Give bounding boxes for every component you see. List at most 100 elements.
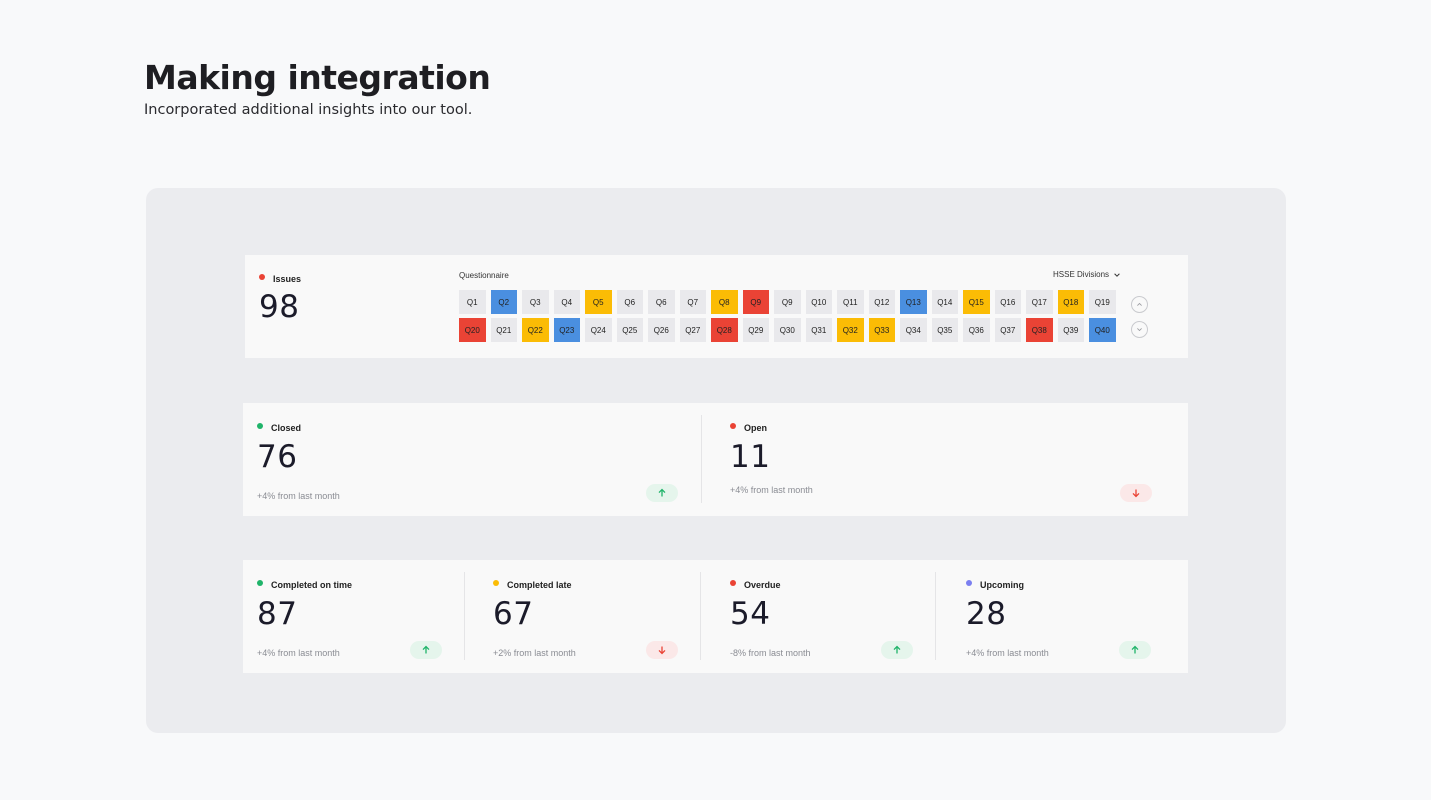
completed-late-status-dot	[493, 579, 499, 586]
completed-on-time-delta: +4% from last month	[257, 648, 340, 658]
question-cell[interactable]: Q19	[1089, 290, 1116, 314]
closed-status-dot	[257, 422, 263, 429]
hsse-divisions-dropdown[interactable]: HSSE Divisions	[1053, 270, 1121, 279]
open-label-row: Open	[730, 418, 767, 436]
closed-count: 76	[257, 439, 298, 475]
chevron-down-icon	[1137, 328, 1142, 332]
open-count: 11	[730, 439, 771, 475]
completed-late-label-row: Completed late	[493, 575, 572, 593]
questionnaire-grid: Q1 Q2 Q3 Q4 Q5 Q6 Q6 Q7 Q8 Q9 Q9 Q10 Q11 Q12 Q13 Q14 Q15…	[459, 290, 1116, 346]
upcoming-trend-badge	[1119, 641, 1151, 659]
question-cell[interactable]: Q40	[1089, 318, 1116, 342]
overdue-trend-badge	[881, 641, 913, 659]
arrow-down-icon	[658, 646, 666, 655]
open-label: Open	[744, 423, 768, 433]
question-cell[interactable]: Q16	[994, 290, 1021, 314]
question-cell[interactable]: Q23	[553, 318, 580, 342]
completed-on-time-label: Completed on time	[271, 580, 353, 590]
timing-card: Completed on time 87 +4% from last month…	[243, 560, 1188, 673]
issues-count: 98	[259, 289, 300, 325]
question-cell[interactable]: Q5	[585, 290, 612, 314]
overdue-label: Overdue	[744, 580, 781, 590]
question-cell[interactable]: Q31	[805, 318, 832, 342]
scroll-up-button[interactable]	[1131, 296, 1148, 313]
question-cell[interactable]: Q36	[963, 318, 990, 342]
issues-status-dot	[259, 273, 265, 280]
question-cell[interactable]: Q15	[963, 290, 990, 314]
upcoming-label-row: Upcoming	[966, 575, 1024, 593]
chevron-down-icon	[1114, 272, 1120, 277]
question-cell[interactable]: Q30	[774, 318, 801, 342]
question-cell[interactable]: Q1	[459, 290, 486, 314]
open-trend-badge	[1120, 484, 1152, 502]
overdue-status-dot	[730, 579, 736, 586]
question-cell[interactable]: Q9	[774, 290, 801, 314]
arrow-down-icon	[1132, 489, 1140, 498]
overdue-count: 54	[730, 596, 771, 632]
question-cell[interactable]: Q13	[900, 290, 927, 314]
question-cell[interactable]: Q38	[1026, 318, 1053, 342]
metric-divider	[464, 572, 465, 660]
questionnaire-row-2: Q20 Q21 Q22 Q23 Q24 Q25 Q26 Q27 Q28 Q29 Q30 Q31 Q32 Q…	[459, 318, 1116, 342]
upcoming-delta: +4% from last month	[966, 648, 1049, 658]
question-cell[interactable]: Q32	[837, 318, 864, 342]
arrow-up-icon	[422, 645, 430, 654]
closed-delta: +4% from last month	[257, 491, 340, 501]
question-cell[interactable]: Q21	[490, 318, 517, 342]
question-cell[interactable]: Q11	[837, 290, 864, 314]
question-cell[interactable]: Q35	[931, 318, 958, 342]
completed-on-time-status-dot	[257, 579, 263, 586]
question-cell[interactable]: Q22	[522, 318, 549, 342]
question-cell[interactable]: Q9	[742, 290, 769, 314]
status-card: Closed 76 +4% from last month Open 11 +4…	[243, 403, 1188, 516]
question-cell[interactable]: Q39	[1057, 318, 1084, 342]
question-cell[interactable]: Q27	[679, 318, 706, 342]
overdue-label-row: Overdue	[730, 575, 781, 593]
question-cell[interactable]: Q17	[1026, 290, 1053, 314]
question-cell[interactable]: Q10	[805, 290, 832, 314]
metric-divider	[701, 415, 702, 503]
questionnaire-row-1: Q1 Q2 Q3 Q4 Q5 Q6 Q6 Q7 Q8 Q9 Q9 Q10 Q11 Q12 Q13 Q14 Q15…	[459, 290, 1116, 314]
question-cell[interactable]: Q8	[711, 290, 738, 314]
completed-late-label: Completed late	[507, 580, 572, 590]
question-cell[interactable]: Q6	[616, 290, 643, 314]
upcoming-status-dot	[966, 579, 972, 586]
overdue-delta: -8% from last month	[730, 648, 811, 658]
question-cell[interactable]: Q14	[931, 290, 958, 314]
question-cell[interactable]: Q18	[1057, 290, 1084, 314]
arrow-up-icon	[1131, 645, 1139, 654]
arrow-up-icon	[893, 645, 901, 654]
issues-card: Issues 98 Questionnaire HSSE Divisions Q…	[245, 255, 1188, 358]
question-cell[interactable]: Q20	[459, 318, 486, 342]
question-cell[interactable]: Q37	[994, 318, 1021, 342]
question-cell[interactable]: Q26	[648, 318, 675, 342]
metric-divider	[935, 572, 936, 660]
scroll-down-button[interactable]	[1131, 321, 1148, 338]
issues-label-row: Issues	[259, 269, 301, 287]
closed-label-row: Closed	[257, 418, 301, 436]
question-cell[interactable]: Q6	[648, 290, 675, 314]
page-title: Making integration	[144, 58, 491, 97]
metric-divider	[700, 572, 701, 660]
question-cell[interactable]: Q24	[585, 318, 612, 342]
page-subtitle: Incorporated additional insights into ou…	[144, 102, 473, 118]
page-background: Making integration Incorporated addition…	[0, 0, 1431, 800]
question-cell[interactable]: Q7	[679, 290, 706, 314]
question-cell[interactable]: Q12	[868, 290, 895, 314]
closed-label: Closed	[271, 423, 302, 433]
open-status-dot	[730, 422, 736, 429]
question-cell[interactable]: Q4	[553, 290, 580, 314]
dashboard-canvas: Issues 98 Questionnaire HSSE Divisions Q…	[146, 188, 1286, 733]
question-cell[interactable]: Q25	[616, 318, 643, 342]
upcoming-count: 28	[966, 596, 1007, 632]
completed-late-count: 67	[493, 596, 534, 632]
question-cell[interactable]: Q33	[868, 318, 895, 342]
completed-on-time-label-row: Completed on time	[257, 575, 352, 593]
question-cell[interactable]: Q29	[742, 318, 769, 342]
completed-late-trend-badge	[646, 641, 678, 659]
question-cell[interactable]: Q3	[522, 290, 549, 314]
question-cell[interactable]: Q2	[490, 290, 517, 314]
question-cell[interactable]: Q28	[711, 318, 738, 342]
question-cell[interactable]: Q34	[900, 318, 927, 342]
completed-on-time-trend-badge	[410, 641, 442, 659]
